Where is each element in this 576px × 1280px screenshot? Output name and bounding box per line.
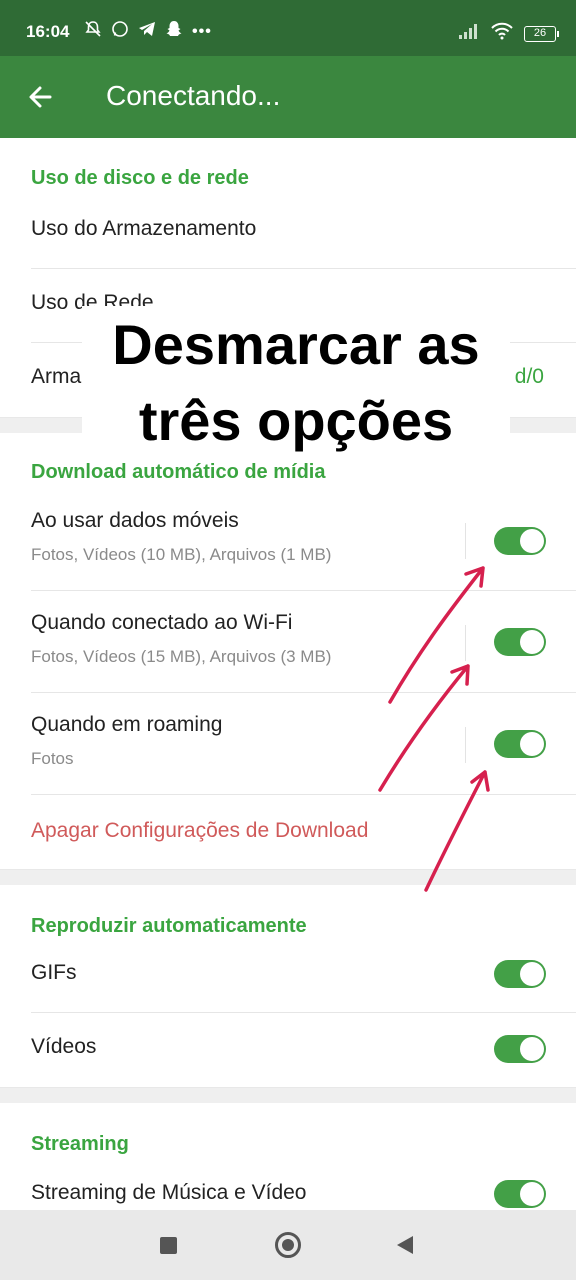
section-gap [0,869,576,885]
section-header: Reproduzir automaticamente [31,915,307,937]
mobile-data-label: Ao usar dados móveis [31,509,239,532]
page-title: Conectando... [106,80,281,111]
whatsapp-icon [111,20,129,43]
annotation-line-1: Desmarcar as [112,313,480,376]
reset-download-settings-button[interactable]: Apagar Configurações de Download [0,795,576,869]
streaming-music-video-toggle[interactable] [494,1180,546,1208]
wifi-toggle[interactable] [494,628,546,656]
recents-button[interactable] [160,1237,177,1254]
signal-icon [458,23,480,44]
storage-path-value: d/0 [514,365,544,388]
system-nav-bar [0,1210,576,1280]
roaming-label: Quando em roaming [31,713,223,736]
telegram-icon [138,20,156,43]
separator [465,625,466,661]
annotation-box: Desmarcar as três opções [82,306,510,452]
notifications-off-icon [84,20,102,43]
storage-usage-label: Uso do Armazenamento [31,217,257,240]
mobile-data-toggle[interactable] [494,527,546,555]
section-header: Streaming [31,1133,129,1155]
more-icon: ••• [192,22,212,40]
status-system-icons: 26 [458,22,559,45]
videos-label: Vídeos [31,1035,97,1058]
storage-usage-item[interactable]: Uso do Armazenamento [0,195,576,269]
battery-icon: 26 [524,25,559,42]
roaming-sublabel: Fotos [31,749,74,768]
auto-download-section: Download automático de mídia Ao usar dad… [0,433,576,869]
annotation-line-2: três opções [138,389,454,452]
home-button[interactable] [275,1232,301,1258]
back-arrow-icon[interactable] [24,80,58,114]
roaming-toggle[interactable] [494,730,546,758]
gifs-item[interactable]: GIFs [0,939,576,1013]
separator [465,727,466,763]
roaming-item[interactable]: Quando em roaming Fotos [0,693,576,795]
videos-toggle[interactable] [494,1035,546,1063]
mobile-data-item[interactable]: Ao usar dados móveis Fotos, Vídeos (10 M… [0,489,576,591]
status-time: 16:04 [26,22,70,41]
wifi-label: Quando conectado ao Wi-Fi [31,611,293,634]
autoplay-section: Reproduzir automaticamente GIFs Vídeos [0,885,576,1087]
app-bar: Conectando... [0,56,576,138]
section-gap [0,1087,576,1103]
wifi-icon [490,22,514,45]
settings-list: Uso de disco e de rede Uso do Armazename… [0,138,576,1233]
mobile-data-sublabel: Fotos, Vídeos (10 MB), Arquivos (1 MB) [31,545,332,564]
section-header: Uso de disco e de rede [31,167,249,189]
snapchat-icon [165,20,183,43]
gifs-toggle[interactable] [494,960,546,988]
status-bar: 16:04 ••• 26 [0,0,576,56]
videos-item[interactable]: Vídeos [0,1013,576,1087]
gifs-label: GIFs [31,961,77,984]
separator [465,523,466,559]
battery-level: 26 [533,26,547,39]
back-button[interactable] [397,1236,413,1254]
status-notification-icons: ••• [84,20,212,43]
wifi-sublabel: Fotos, Vídeos (15 MB), Arquivos (3 MB) [31,647,332,666]
wifi-item[interactable]: Quando conectado ao Wi-Fi Fotos, Vídeos … [0,591,576,693]
reset-download-settings-label: Apagar Configurações de Download [31,819,369,842]
streaming-music-video-label: Streaming de Música e Vídeo [31,1181,307,1204]
